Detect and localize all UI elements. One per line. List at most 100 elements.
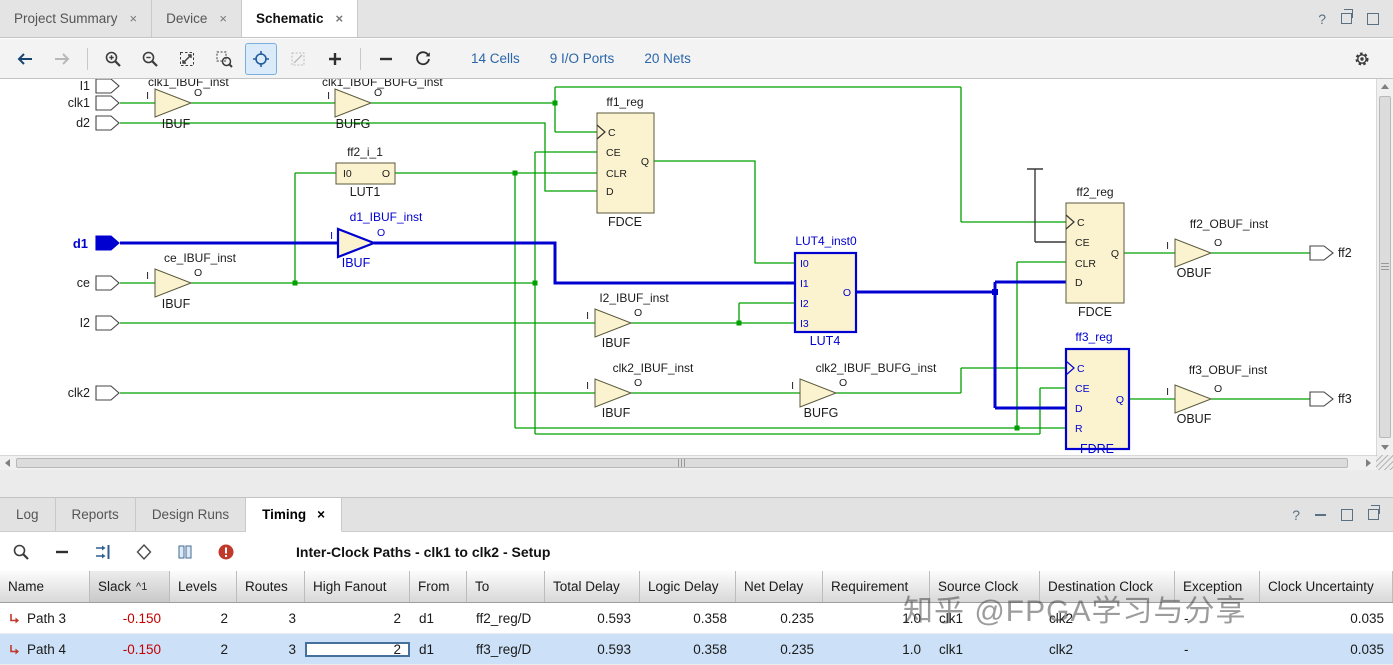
close-icon[interactable]: ×: [336, 11, 344, 26]
from-cell[interactable]: d1: [410, 642, 467, 657]
schematic-svg[interactable]: I1 clk1 d2 d1 ce I2 clk2 ff2 ff3 clk1_IB…: [0, 79, 1376, 455]
tab-timing[interactable]: Timing ×: [246, 498, 343, 532]
net-ff1-q[interactable]: [654, 160, 795, 264]
col-header-clock-uncertainty[interactable]: Clock Uncertainty: [1260, 571, 1393, 602]
scroll-right-button[interactable]: [1361, 456, 1376, 470]
nets-link[interactable]: 20 Nets: [644, 51, 691, 66]
panel-divider[interactable]: [0, 470, 1393, 497]
zoom-in-button[interactable]: [98, 44, 128, 74]
port-ff2[interactable]: ff2: [1309, 245, 1352, 261]
autofit-selection-button[interactable]: [245, 42, 277, 75]
zoom-selection-button[interactable]: [209, 44, 239, 74]
float-window-icon[interactable]: [1368, 505, 1380, 520]
net-rst[interactable]: [395, 172, 1066, 429]
clock-uncertainty-cell[interactable]: 0.035: [1260, 642, 1393, 657]
slack-cell[interactable]: -0.150: [90, 642, 170, 657]
cell-ff3-reg-selected[interactable]: ff3_reg FDRE C CE D R Q: [1064, 330, 1131, 455]
levels-cell[interactable]: 2: [170, 642, 237, 657]
cell-ff2-reg[interactable]: ff2_reg FDCE C CE CLR D Q: [1065, 185, 1125, 319]
destination-clock-cell[interactable]: clk2: [1040, 611, 1175, 626]
forward-button[interactable]: [47, 44, 77, 74]
port-d2[interactable]: d2: [76, 115, 120, 131]
net-delay-cell[interactable]: 0.235: [736, 642, 823, 657]
tab-log[interactable]: Log: [0, 498, 56, 531]
close-icon[interactable]: ×: [130, 11, 138, 26]
col-header-net-delay[interactable]: Net Delay: [736, 571, 823, 602]
to-cell[interactable]: ff2_reg/D: [467, 611, 545, 626]
port-i1[interactable]: I1: [80, 79, 120, 94]
tab-design-runs[interactable]: Design Runs: [136, 498, 247, 531]
total-delay-cell[interactable]: 0.593: [545, 611, 640, 626]
scroll-up-button[interactable]: [1377, 79, 1393, 94]
expand-plus-button[interactable]: [320, 44, 350, 74]
table-row-path4-selected[interactable]: Path 4 -0.150 2 3 2 d1 ff3_reg/D 0.593 0…: [0, 634, 1393, 665]
col-header-source-clock[interactable]: Source Clock: [930, 571, 1040, 602]
col-header-high-fanout[interactable]: High Fanout: [305, 571, 410, 602]
from-cell[interactable]: d1: [410, 611, 467, 626]
horizontal-scroll-thumb[interactable]: [16, 458, 1348, 468]
back-button[interactable]: [10, 44, 40, 74]
scroll-down-button[interactable]: [1377, 440, 1393, 455]
maximize-icon[interactable]: [1341, 508, 1353, 521]
col-header-exception[interactable]: Exception: [1175, 571, 1260, 602]
horizontal-scrollbar[interactable]: [0, 455, 1376, 470]
minimize-icon[interactable]: [1315, 513, 1326, 516]
clock-uncertainty-cell[interactable]: 0.035: [1260, 611, 1393, 626]
destination-clock-cell[interactable]: clk2: [1040, 642, 1175, 657]
col-header-routes[interactable]: Routes: [237, 571, 305, 602]
settings-gear-button[interactable]: [1347, 44, 1377, 74]
tab-project-summary[interactable]: Project Summary ×: [0, 0, 153, 37]
cell-ff2-i-1-lut1[interactable]: ff2_i_1 LUT1 I0 O: [335, 145, 396, 199]
cell-ff3-obuf[interactable]: ff3_OBUF_inst OBUF I O: [1166, 363, 1268, 426]
requirement-cell[interactable]: 1.0: [823, 611, 930, 626]
col-header-requirement[interactable]: Requirement: [823, 571, 930, 602]
to-cell[interactable]: ff3_reg/D: [467, 642, 545, 657]
resize-grip[interactable]: [1376, 455, 1393, 470]
maximize-icon[interactable]: [1367, 12, 1379, 25]
path-name-cell[interactable]: Path 3: [0, 611, 90, 626]
collapse-icon[interactable]: [53, 543, 71, 561]
source-clock-cell[interactable]: clk1: [930, 642, 1040, 657]
exception-cell[interactable]: -: [1175, 642, 1260, 657]
port-d1-selected[interactable]: d1: [73, 235, 120, 251]
table-row-path3[interactable]: Path 3 -0.150 2 3 2 d1 ff2_reg/D 0.593 0…: [0, 603, 1393, 634]
float-window-icon[interactable]: [1341, 9, 1353, 24]
net-i2[interactable]: [120, 302, 795, 324]
col-header-name[interactable]: Name: [0, 571, 90, 602]
tab-device[interactable]: Device ×: [152, 0, 242, 37]
port-i2[interactable]: I2: [80, 315, 120, 331]
vertical-scrollbar[interactable]: [1376, 79, 1393, 455]
critical-warning-icon[interactable]: [217, 543, 235, 561]
zoom-out-button[interactable]: [135, 44, 165, 74]
cell-ff2-obuf[interactable]: ff2_OBUF_inst OBUF I O: [1166, 217, 1269, 280]
trace-path-icon[interactable]: [94, 543, 112, 561]
fit-selection-button[interactable]: [283, 44, 313, 74]
help-icon[interactable]: ?: [1292, 507, 1300, 523]
net-delay-cell[interactable]: 0.235: [736, 611, 823, 626]
collapse-minus-button[interactable]: [371, 44, 401, 74]
col-header-from[interactable]: From: [410, 571, 467, 602]
vertical-scroll-thumb[interactable]: [1379, 96, 1391, 438]
exception-cell[interactable]: -: [1175, 611, 1260, 626]
tab-schematic[interactable]: Schematic ×: [241, 0, 359, 37]
report-columns-icon[interactable]: [176, 543, 194, 561]
routes-cell[interactable]: 3: [237, 642, 305, 657]
requirement-cell[interactable]: 1.0: [823, 642, 930, 657]
col-header-to[interactable]: To: [467, 571, 545, 602]
port-clk2[interactable]: clk2: [68, 385, 120, 401]
source-clock-cell[interactable]: clk1: [930, 611, 1040, 626]
io-ports-link[interactable]: 9 I/O Ports: [550, 51, 615, 66]
routes-cell[interactable]: 3: [237, 611, 305, 626]
high-fanout-cell[interactable]: 2: [305, 611, 410, 626]
net-clk1[interactable]: [120, 86, 1066, 223]
cell-clk2-ibuf[interactable]: clk2_IBUF_inst IBUF I O: [586, 361, 694, 420]
cells-link[interactable]: 14 Cells: [471, 51, 520, 66]
col-header-destination-clock[interactable]: Destination Clock: [1040, 571, 1175, 602]
col-header-total-delay[interactable]: Total Delay: [545, 571, 640, 602]
logic-delay-cell[interactable]: 0.358: [640, 642, 736, 657]
path-name-cell[interactable]: Path 4: [0, 642, 90, 657]
col-header-levels[interactable]: Levels: [170, 571, 237, 602]
regenerate-button[interactable]: [408, 44, 438, 74]
help-icon[interactable]: ?: [1318, 11, 1326, 27]
col-header-logic-delay[interactable]: Logic Delay: [640, 571, 736, 602]
